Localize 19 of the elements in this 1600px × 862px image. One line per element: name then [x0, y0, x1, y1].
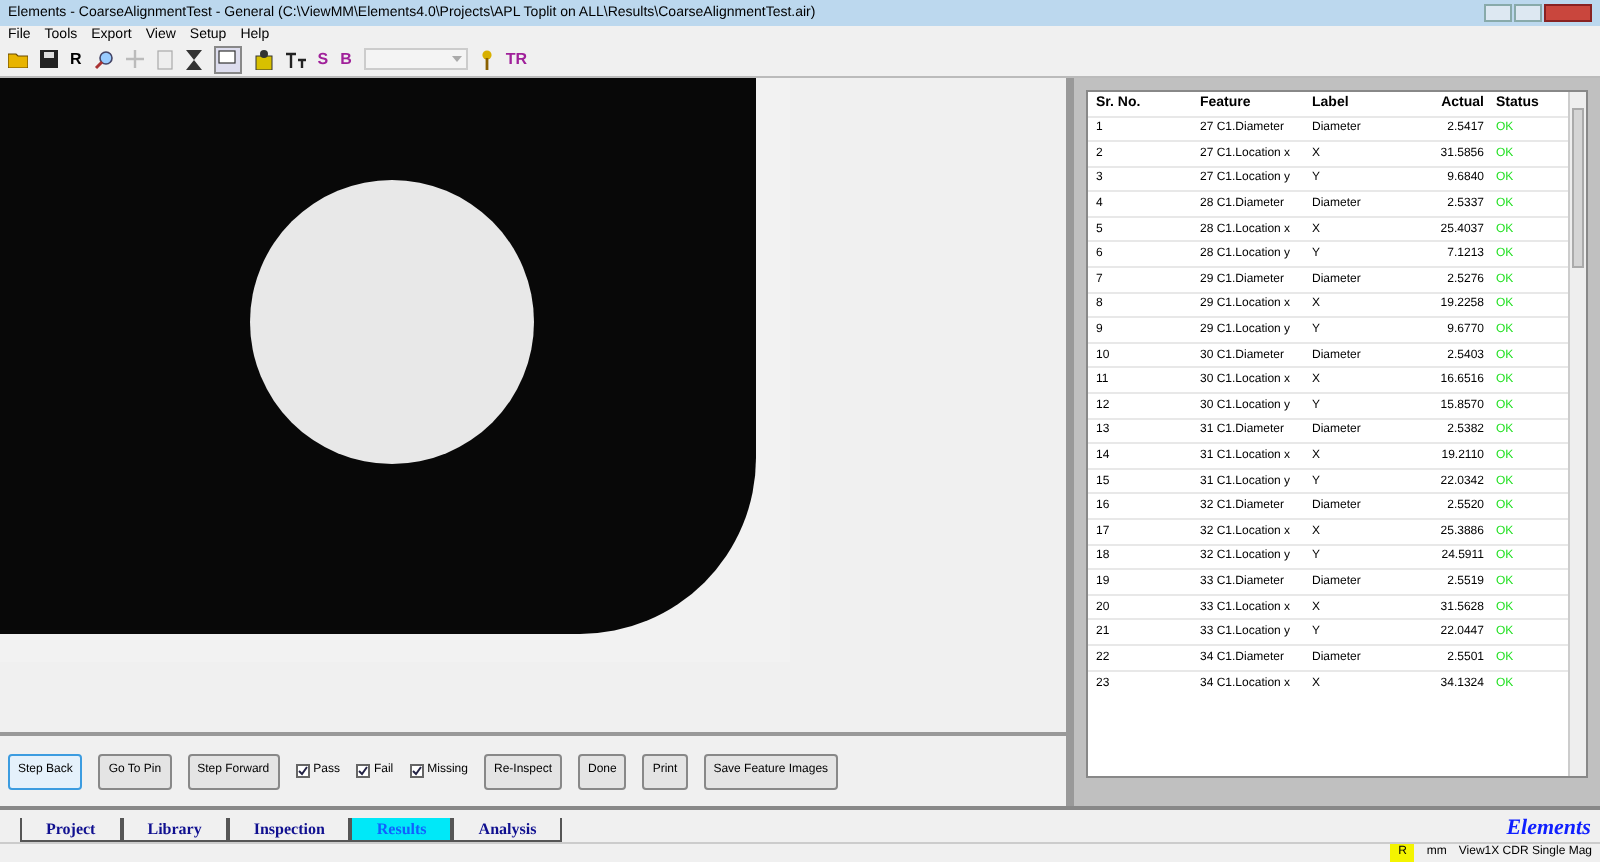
toolbar-button[interactable]: TR: [505, 47, 528, 71]
tab[interactable]: Project: [20, 818, 122, 842]
toolbar-button[interactable]: R: [70, 47, 82, 71]
text-tool-icon[interactable]: [285, 51, 306, 67]
tab[interactable]: Analysis: [452, 818, 563, 842]
folder-icon[interactable]: [8, 50, 28, 68]
checkbox[interactable]: [295, 764, 310, 778]
tab[interactable]: Library: [121, 818, 228, 842]
app-logo: Elements: [1506, 818, 1591, 840]
hourglass-icon[interactable]: [185, 49, 202, 69]
tab[interactable]: Inspection: [227, 818, 351, 842]
checkbox[interactable]: [409, 764, 424, 778]
toolbar-button[interactable]: B: [340, 47, 352, 71]
checkbox[interactable]: [355, 764, 370, 778]
magnifier-icon[interactable]: [93, 49, 114, 69]
scrollbar[interactable]: [1568, 92, 1586, 776]
toolbar-button[interactable]: S: [317, 47, 329, 71]
caret-icon: [451, 56, 462, 62]
pointer-toolbar-button[interactable]: [213, 45, 242, 73]
